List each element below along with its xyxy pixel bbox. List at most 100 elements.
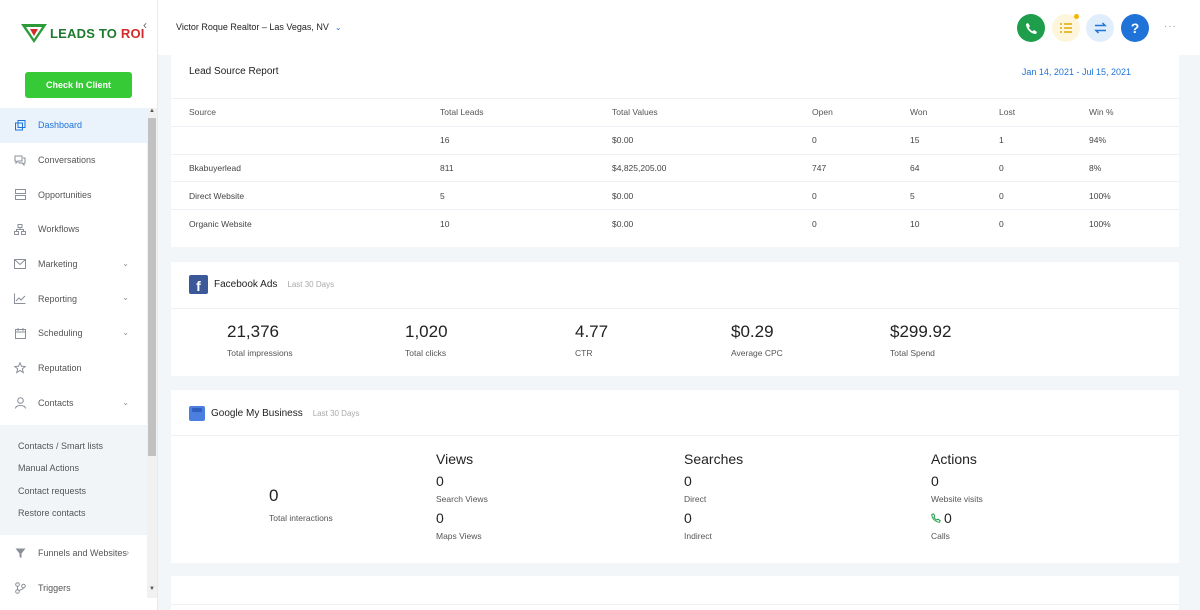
google-my-business-card: Google My Business Last 30 Days 0 Total … [171, 390, 1179, 563]
sidebar-item-workflows[interactable]: Workflows [0, 212, 147, 247]
subnav-item-smart-lists[interactable]: Contacts / Smart lists [0, 435, 147, 457]
table-cell: 0 [999, 209, 1089, 238]
sidebar-item-label: Funnels and Websites [38, 548, 127, 559]
sidebar-item-label: Dashboard [38, 120, 83, 131]
column-header[interactable]: Open [812, 98, 910, 127]
sidebar-item-funnels[interactable]: Funnels and Websites › [0, 536, 147, 571]
sidebar-nav-lower: Funnels and Websites › Triggers [0, 536, 147, 605]
gmb-total-interactions: 0 Total interactions [269, 480, 333, 523]
stat-value: 0 [269, 486, 279, 505]
sidebar-item-opportunities[interactable]: Opportunities [0, 177, 147, 212]
sidebar-item-label: Triggers [38, 583, 71, 594]
chevron-down-icon: ⌄ [334, 22, 342, 32]
chat-icon [14, 154, 26, 166]
workflow-icon [14, 223, 26, 235]
gmb-header: Google My Business Last 30 Days [189, 406, 359, 421]
table-cell: 10 [910, 209, 999, 238]
table-cell: Direct Website [171, 181, 440, 210]
stat-label: Total interactions [269, 513, 333, 523]
subnav-item-manual-actions[interactable]: Manual Actions [0, 457, 147, 479]
column-header[interactable]: Won [910, 98, 999, 127]
stat-value: 21,376 [227, 322, 279, 341]
stat-value: 0 [944, 510, 952, 526]
group-heading: Views [436, 451, 474, 467]
table-cell: 8% [1089, 153, 1179, 182]
stat-label: CTR [575, 348, 593, 358]
switch-account-button[interactable] [1086, 14, 1114, 42]
sidebar-item-triggers[interactable]: Triggers [0, 571, 147, 606]
more-options-icon[interactable]: ··· [1164, 21, 1177, 32]
mail-icon [14, 258, 26, 270]
lead-source-table: Source Total Leads Total Values Open Won… [171, 98, 1179, 238]
stat-label: Direct [684, 494, 707, 504]
phone-button[interactable] [1017, 14, 1045, 42]
table-cell: Bkabuyerlead [171, 153, 440, 182]
sidebar-item-dashboard[interactable]: Dashboard [0, 108, 147, 143]
sidebar-scroll-thumb[interactable] [148, 118, 156, 456]
table-cell: 5 [440, 181, 612, 210]
notification-dot [1074, 14, 1079, 19]
stat-average-cpc: $0.29 Average CPC [731, 322, 783, 358]
person-icon [14, 397, 26, 409]
logo-arrow-icon [21, 24, 47, 43]
sidebar-item-conversations[interactable]: Conversations [0, 143, 147, 178]
facebook-ads-card: f Facebook Ads Last 30 Days 21,376 Total… [171, 262, 1179, 376]
scroll-up-arrow-icon[interactable]: ▲ [148, 108, 156, 114]
column-header[interactable]: Total Values [612, 98, 812, 127]
card-title: Facebook Ads [214, 279, 278, 290]
logo-text: LEADS TO ROI [50, 25, 145, 41]
sidebar-item-reputation[interactable]: Reputation [0, 351, 147, 386]
contacts-subnav: Contacts / Smart lists Manual Actions Co… [0, 425, 147, 535]
table-cell: 0 [999, 181, 1089, 210]
stat-label: Total clicks [405, 348, 447, 358]
calls-value-line: 0 [931, 510, 983, 526]
sidebar-item-label: Reporting [38, 293, 78, 304]
sidebar-item-reporting[interactable]: Reporting ⌄ [0, 281, 147, 316]
check-in-client-button[interactable]: Check In Client [25, 72, 132, 98]
group-heading: Searches [684, 451, 744, 467]
table-cell: Organic Website [171, 209, 440, 238]
subnav-item-contact-requests[interactable]: Contact requests [0, 480, 147, 502]
sidebar: LEADS TO ROI ‹ Check In Client Dashboard… [0, 0, 158, 610]
help-button[interactable]: ? [1121, 14, 1149, 42]
sidebar-item-scheduling[interactable]: Scheduling ⌄ [0, 316, 147, 351]
stat-label: Total Spend [890, 348, 935, 358]
scroll-down-arrow-icon[interactable]: ▼ [148, 586, 156, 592]
lead-source-report-card: Lead Source Report Jan 14, 2021 - Jul 15… [171, 55, 1179, 247]
sidebar-item-marketing[interactable]: Marketing ⌄ [0, 247, 147, 282]
table-cell: 0 [812, 181, 910, 210]
stat-impressions: 21,376 Total impressions [227, 322, 293, 358]
table-row: Bkabuyerlead 811 $4,825,205.00 747 64 0 … [171, 153, 1179, 182]
date-range-picker[interactable]: Jan 14, 2021 - Jul 15, 2021 [1022, 67, 1131, 77]
help-icon: ? [1130, 20, 1140, 36]
gmb-searches: Searches 0 Direct 0 Indirect [684, 451, 743, 541]
table-cell: 747 [812, 153, 910, 182]
table-cell: $0.00 [612, 181, 812, 210]
stat-label: Indirect [684, 531, 712, 541]
chevron-down-icon: ⌄ [122, 397, 129, 407]
stat-value: 0 [684, 510, 692, 526]
column-header[interactable]: Source [171, 98, 440, 127]
stat-label: Total impressions [227, 348, 293, 358]
table-header-row: Source Total Leads Total Values Open Won… [171, 98, 1179, 127]
collapse-sidebar-icon[interactable]: ‹ [143, 18, 147, 32]
account-switcher[interactable]: Victor Roque Realtor – Las Vegas, NV ⌄ [176, 22, 342, 32]
table-cell: $0.00 [612, 209, 812, 238]
brand-logo[interactable]: LEADS TO ROI [20, 22, 145, 44]
card-title: Google My Business [211, 408, 303, 419]
stat-total-spend: $299.92 Total Spend [890, 322, 951, 358]
facebook-icon: f [189, 275, 208, 294]
chart-icon [14, 293, 26, 305]
google-my-business-icon [189, 406, 205, 421]
stat-label: Maps Views [436, 531, 482, 541]
dashboard-icon [14, 119, 26, 131]
table-cell: $4,825,205.00 [612, 153, 812, 182]
stat-label: Search Views [436, 494, 488, 504]
column-header[interactable]: Lost [999, 98, 1089, 127]
column-header[interactable]: Win % [1089, 98, 1179, 127]
sidebar-item-contacts[interactable]: Contacts ⌄ [0, 386, 147, 421]
subnav-item-restore-contacts[interactable]: Restore contacts [0, 502, 147, 524]
sidebar-item-label: Scheduling [38, 328, 83, 339]
column-header[interactable]: Total Leads [440, 98, 612, 127]
table-cell: 15 [910, 125, 999, 155]
